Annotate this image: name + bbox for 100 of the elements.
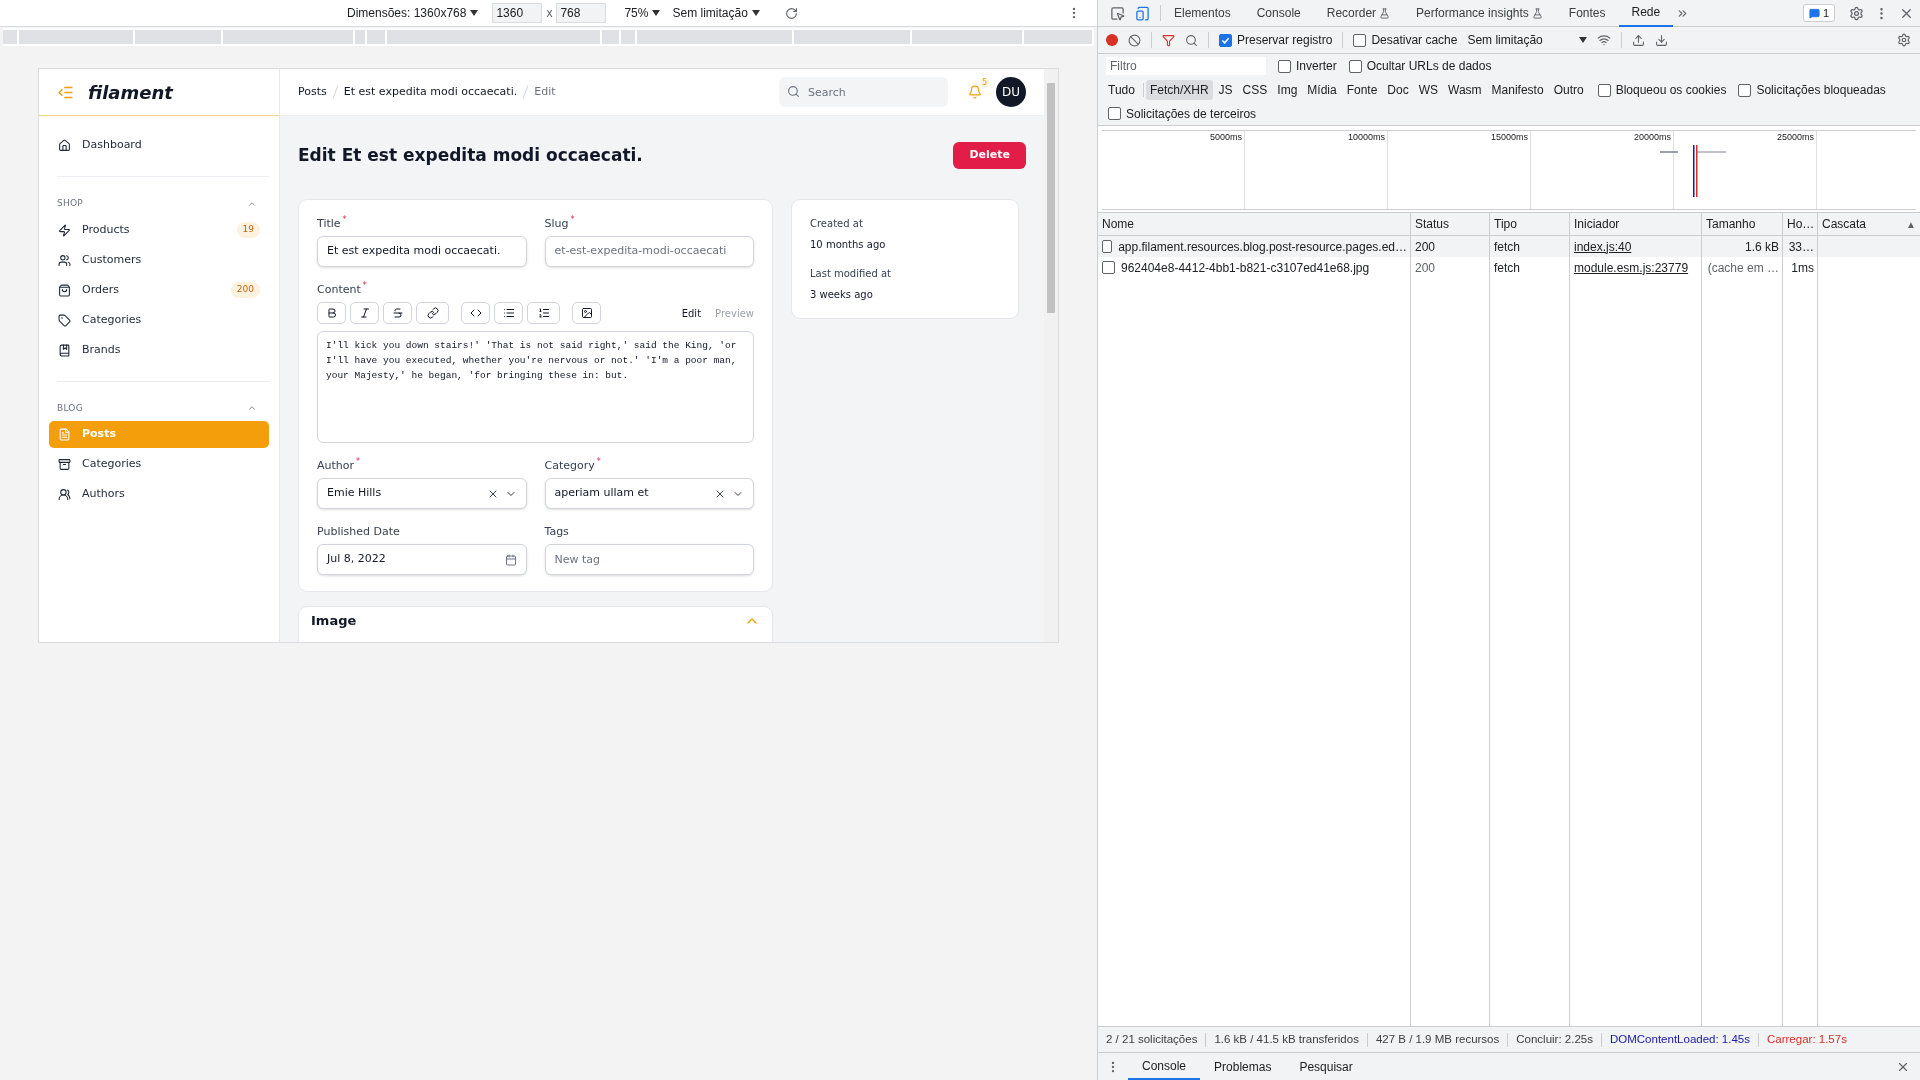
field-label: Author bbox=[317, 458, 355, 474]
issues-badge[interactable]: 1 bbox=[1802, 4, 1835, 22]
notification-count: 5 bbox=[979, 78, 989, 88]
settings-icon[interactable] bbox=[1849, 5, 1864, 21]
devtools-tab[interactable]: Elementos bbox=[1161, 0, 1244, 27]
column-header[interactable]: Cascata bbox=[1822, 215, 1907, 233]
toolbar-button[interactable] bbox=[494, 302, 523, 324]
throttling-dropdown[interactable]: Sem limitação bbox=[672, 4, 760, 22]
checkbox[interactable] bbox=[1102, 240, 1113, 253]
type-filter[interactable]: Fonte bbox=[1342, 80, 1382, 100]
checkbox[interactable] bbox=[1278, 59, 1291, 73]
type-filter[interactable]: Fetch/XHR bbox=[1145, 80, 1213, 100]
rotate-icon[interactable] bbox=[784, 6, 798, 20]
checkbox-label: Preservar registro bbox=[1237, 32, 1333, 49]
sidebar-item[interactable]: Customers bbox=[49, 246, 269, 274]
group-heading: SHOP bbox=[57, 197, 83, 210]
type-filter[interactable]: JS bbox=[1214, 80, 1237, 100]
type-filter[interactable]: Img bbox=[1273, 80, 1302, 100]
shopping-bag-icon bbox=[58, 283, 71, 297]
drawer-tab[interactable]: Problemas bbox=[1200, 1053, 1286, 1080]
column-header[interactable]: Ho… bbox=[1787, 215, 1815, 233]
type-filter[interactable]: Mídia bbox=[1303, 80, 1341, 100]
checkbox[interactable] bbox=[1348, 59, 1362, 73]
sidebar-item[interactable]: Orders 200 bbox=[49, 276, 269, 304]
checkbox[interactable] bbox=[1102, 261, 1115, 274]
title-input[interactable]: Et est expedita modi occaecati. bbox=[317, 236, 527, 267]
checkbox[interactable] bbox=[1597, 83, 1611, 97]
inspect-icon[interactable] bbox=[1110, 5, 1125, 21]
initiator-link[interactable]: index.js:40 bbox=[1574, 237, 1632, 256]
sidebar-item[interactable]: Authors bbox=[49, 481, 269, 508]
user-avatar[interactable]: DU bbox=[996, 77, 1026, 107]
initiator-link[interactable]: module.esm.js:23779 bbox=[1574, 258, 1689, 277]
checkbox[interactable] bbox=[1219, 33, 1232, 47]
type-filter[interactable]: Outro bbox=[1549, 80, 1588, 100]
export-icon[interactable] bbox=[1655, 33, 1669, 47]
devtools-tab[interactable]: Performance insights bbox=[1403, 0, 1556, 27]
column-header[interactable]: Tipo bbox=[1494, 215, 1566, 233]
device-toggle-icon[interactable] bbox=[1135, 5, 1150, 21]
devtools-tab[interactable]: Fontes bbox=[1555, 0, 1619, 27]
sort-indicator[interactable]: ▲ bbox=[1906, 216, 1916, 232]
sidebar-item[interactable]: Dashboard bbox=[49, 132, 269, 159]
column-header[interactable]: Nome bbox=[1102, 215, 1407, 233]
dimensions-dropdown[interactable]: Dimensões: 1360x768 bbox=[347, 4, 479, 22]
devtools-tab[interactable]: Recorder bbox=[1313, 0, 1404, 27]
request-row[interactable]: app.filament.resources.blog.post-resource.pages.ed… 200 fetch index.js:40 1.6 kB 33… bbox=[1098, 236, 1920, 257]
checkbox[interactable] bbox=[1108, 107, 1121, 120]
date-picker[interactable]: Jul 8, 2022 bbox=[317, 544, 527, 575]
sidebar-item[interactable]: Categories bbox=[49, 306, 269, 334]
column-header[interactable]: Iniciador bbox=[1574, 215, 1698, 233]
breadcrumb-link[interactable]: Posts bbox=[298, 83, 327, 101]
filter-field[interactable]: Filtro bbox=[1106, 57, 1266, 75]
category-select[interactable]: aperiam ullam et bbox=[544, 478, 754, 509]
drawer-tab[interactable]: Pesquisar bbox=[1285, 1053, 1367, 1080]
page-heading: Edit Et est expedita modi occaecati. bbox=[298, 143, 643, 167]
throttling-dropdown[interactable]: Sem limitação bbox=[1467, 31, 1588, 49]
settings-icon[interactable] bbox=[1897, 33, 1911, 47]
content-textarea[interactable]: I'll kick you down stairs!' 'That is not said right,' said the King, 'or I'll have you executed, whether you're nervous or not.' 'I'm a poor man, your Majesty,' he began, 'for bringing these in: but. bbox=[317, 331, 754, 443]
checkbox[interactable] bbox=[1353, 33, 1367, 47]
drawer-tab[interactable]: Console bbox=[1128, 1053, 1201, 1080]
filter-icon[interactable] bbox=[1162, 33, 1175, 47]
clear-icon[interactable] bbox=[1128, 33, 1141, 47]
field-label: Slug bbox=[544, 216, 569, 232]
devtools-tab[interactable]: Console bbox=[1243, 0, 1314, 27]
type-filter[interactable]: Tudo bbox=[1104, 80, 1139, 100]
checkbox-label: Solicitações de terceiros bbox=[1126, 105, 1257, 123]
breadcrumb-link[interactable]: Et est expedita modi occaecati. bbox=[343, 83, 518, 101]
sidebar-item[interactable]: Products 19 bbox=[49, 216, 269, 244]
dropdown-triangle-icon bbox=[470, 10, 479, 16]
link-icon bbox=[426, 307, 439, 319]
type-filter[interactable]: Wasm bbox=[1444, 80, 1486, 100]
count-badge: 19 bbox=[236, 222, 260, 238]
zoom-dropdown[interactable]: 75% bbox=[624, 4, 661, 22]
type-filter[interactable]: CSS bbox=[1238, 80, 1272, 100]
toolbar-button[interactable] bbox=[572, 302, 601, 324]
tags-input[interactable]: New tag bbox=[544, 544, 754, 575]
column-header[interactable]: Status bbox=[1415, 215, 1486, 233]
delete-button[interactable]: Delete bbox=[953, 142, 1026, 169]
type-filter[interactable]: WS bbox=[1414, 80, 1443, 100]
checkbox-label: Solicitações bloqueadas bbox=[1756, 82, 1886, 99]
author-select[interactable]: Emie Hills bbox=[317, 478, 527, 509]
status-text: DOMContentLoaded: 1.45s bbox=[1610, 1031, 1750, 1047]
checkbox[interactable] bbox=[1738, 83, 1752, 97]
height-input[interactable]: 768 bbox=[556, 3, 607, 23]
editor-tab[interactable]: Edit bbox=[681, 305, 702, 321]
import-icon[interactable] bbox=[1632, 33, 1646, 47]
network-conditions-icon[interactable] bbox=[1597, 33, 1612, 47]
type-filter[interactable]: Doc bbox=[1383, 80, 1413, 100]
width-input[interactable]: 1360 bbox=[492, 3, 543, 23]
sidebar-item[interactable]: Categories bbox=[49, 451, 269, 478]
column-header[interactable]: Tamanho bbox=[1706, 215, 1779, 233]
type-filter[interactable]: Manifesto bbox=[1487, 80, 1548, 100]
breadcrumb-link[interactable]: Edit bbox=[534, 83, 556, 101]
search-icon[interactable] bbox=[1185, 33, 1198, 47]
search-field[interactable]: Search bbox=[779, 77, 948, 107]
dropdown-triangle-icon bbox=[1579, 37, 1588, 43]
checkbox-label: Desativar cache bbox=[1371, 32, 1458, 49]
toolbar-button[interactable] bbox=[527, 302, 560, 324]
sidebar-item[interactable]: Brands bbox=[49, 336, 269, 364]
scrollbar[interactable] bbox=[1044, 69, 1058, 642]
record-icon[interactable] bbox=[1106, 34, 1118, 46]
